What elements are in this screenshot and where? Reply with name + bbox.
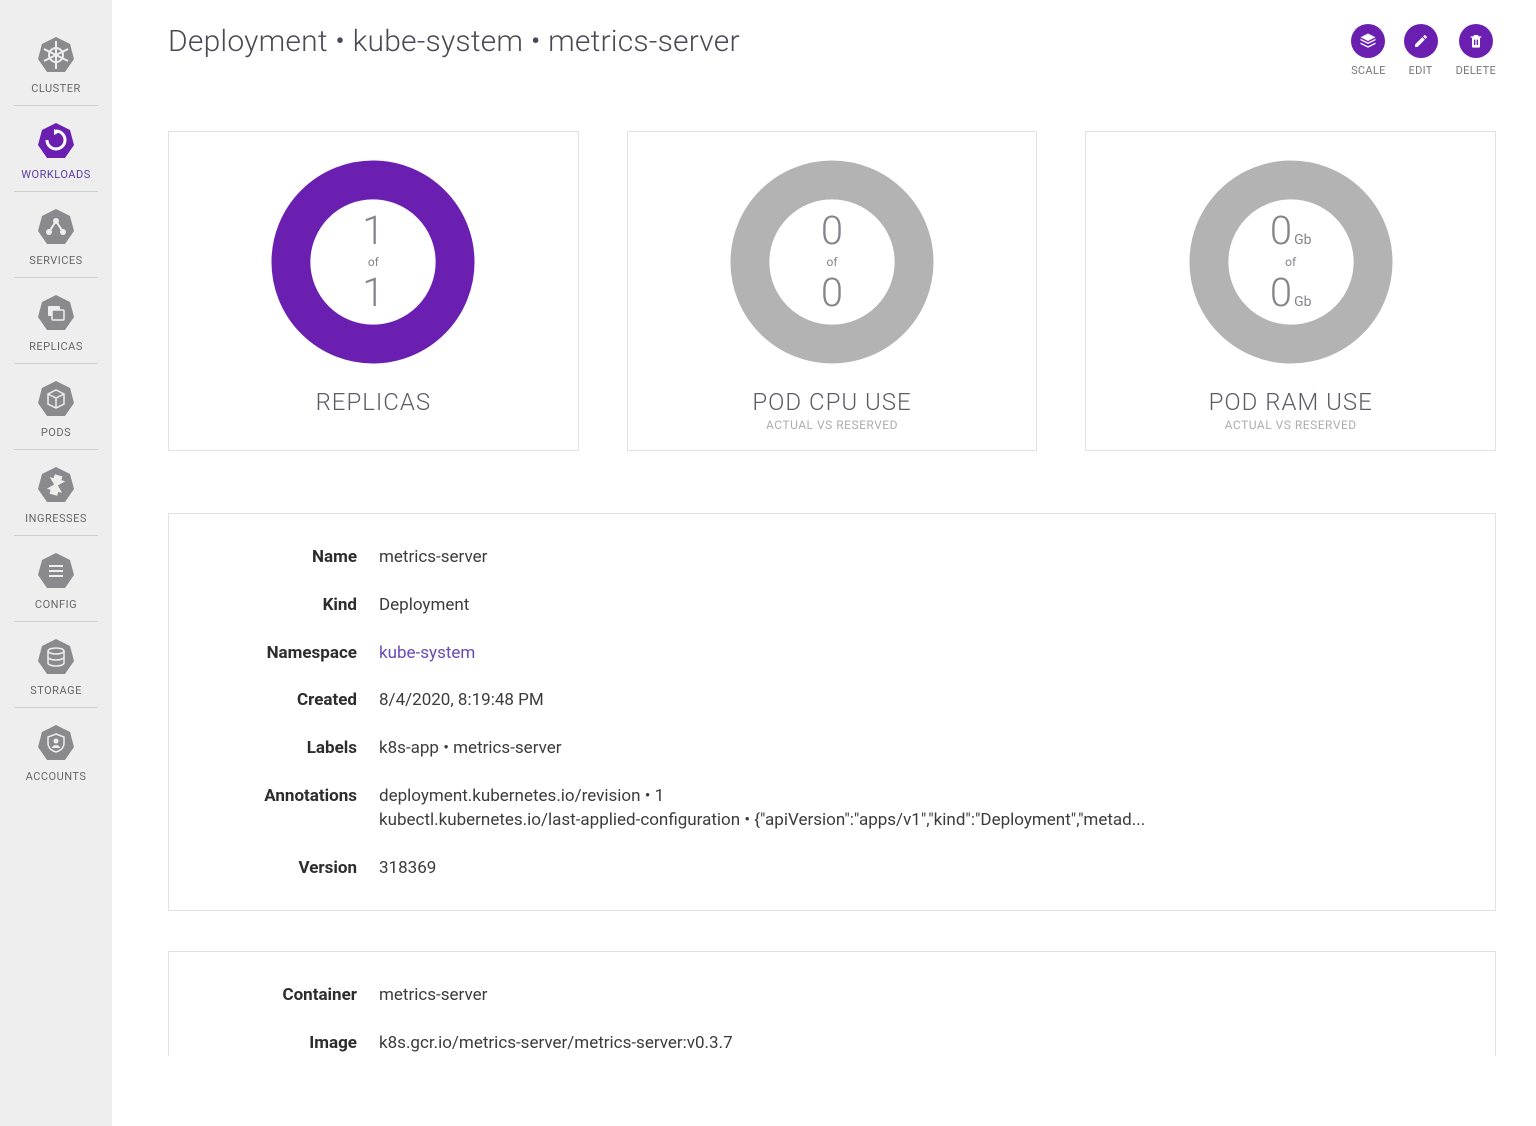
container-row-name: Container metrics-server xyxy=(201,984,1463,1008)
ram-bottom-unit: Gb xyxy=(1294,294,1311,310)
detail-label: Kind xyxy=(201,594,379,615)
pods-icon xyxy=(35,378,77,420)
card-title: POD CPU USE xyxy=(752,388,911,416)
detail-row-created: Created 8/4/2020, 8:19:48 PM xyxy=(201,689,1463,713)
cpu-card: 0 of 0 POD CPU USE ACTUAL VS RESERVED xyxy=(627,131,1038,451)
pencil-icon xyxy=(1404,24,1438,58)
annotation-line: kubectl.kubernetes.io/last-applied-confi… xyxy=(379,809,1463,833)
sidebar-item-config[interactable]: CONFIG xyxy=(0,536,112,621)
container-panel: Container metrics-server Image k8s.gcr.i… xyxy=(168,951,1496,1056)
replicas-bottom-value: 1 xyxy=(362,273,384,313)
card-subtitle: ACTUAL VS RESERVED xyxy=(1225,418,1357,432)
delete-button[interactable]: DELETE xyxy=(1456,24,1496,77)
detail-label: Annotations xyxy=(201,785,379,806)
trash-icon xyxy=(1459,24,1493,58)
detail-label: Namespace xyxy=(201,642,379,663)
detail-value: k8s-app • metrics-server xyxy=(379,737,1463,761)
page-header: Deployment • kube-system • metrics-serve… xyxy=(168,24,1496,77)
container-value: k8s.gcr.io/metrics-server/metrics-server… xyxy=(379,1032,1463,1056)
detail-row-kind: Kind Deployment xyxy=(201,594,1463,618)
sidebar-item-cluster[interactable]: CLUSTER xyxy=(0,20,112,105)
replicas-card: 1 of 1 REPLICAS xyxy=(168,131,579,451)
detail-label: Version xyxy=(201,857,379,878)
ram-card: 0Gb of 0Gb POD RAM USE ACTUAL VS RESERVE… xyxy=(1085,131,1496,451)
accounts-icon xyxy=(35,722,77,764)
container-label: Container xyxy=(201,984,379,1005)
ram-top-value: 0 xyxy=(1270,211,1292,251)
action-label: EDIT xyxy=(1409,64,1433,77)
action-label: DELETE xyxy=(1456,64,1496,77)
sidebar-item-pods[interactable]: PODS xyxy=(0,364,112,449)
of-label: of xyxy=(826,255,837,269)
replicas-top-value: 1 xyxy=(362,211,384,251)
services-icon xyxy=(35,206,77,248)
sidebar-item-label: REPLICAS xyxy=(29,340,83,353)
namespace-link[interactable]: kube-system xyxy=(379,642,1463,666)
sidebar-item-label: PODS xyxy=(41,426,71,439)
detail-label: Labels xyxy=(201,737,379,758)
replicas-icon xyxy=(35,292,77,334)
sidebar-item-label: WORKLOADS xyxy=(21,168,90,181)
sidebar: CLUSTER WORKLOADS SERVICES REPLICAS PODS… xyxy=(0,0,112,1126)
detail-value: 8/4/2020, 8:19:48 PM xyxy=(379,689,1463,713)
detail-row-name: Name metrics-server xyxy=(201,546,1463,570)
edit-button[interactable]: EDIT xyxy=(1404,24,1438,77)
ram-bottom-value: 0 xyxy=(1270,273,1292,313)
sidebar-item-label: CLUSTER xyxy=(31,82,81,95)
detail-label: Created xyxy=(201,689,379,710)
metric-cards: 1 of 1 REPLICAS 0 of 0 POD CPU USE ACTUA… xyxy=(168,131,1496,451)
sidebar-item-storage[interactable]: STORAGE xyxy=(0,622,112,707)
card-title: POD RAM USE xyxy=(1209,388,1373,416)
ram-top-unit: Gb xyxy=(1294,232,1311,248)
detail-row-version: Version 318369 xyxy=(201,857,1463,881)
detail-value: metrics-server xyxy=(379,546,1463,570)
sidebar-item-label: SERVICES xyxy=(29,254,82,267)
container-label: Image xyxy=(201,1032,379,1053)
of-label: of xyxy=(368,255,379,269)
container-value: metrics-server xyxy=(379,984,1463,1008)
card-subtitle: ACTUAL VS RESERVED xyxy=(766,418,898,432)
replicas-donut: 1 of 1 xyxy=(265,154,481,370)
layers-icon xyxy=(1351,24,1385,58)
sidebar-item-ingresses[interactable]: INGRESSES xyxy=(0,450,112,535)
ram-donut: 0Gb of 0Gb xyxy=(1183,154,1399,370)
config-icon xyxy=(35,550,77,592)
detail-label: Name xyxy=(201,546,379,567)
details-panel: Name metrics-server Kind Deployment Name… xyxy=(168,513,1496,911)
detail-value: 318369 xyxy=(379,857,1463,881)
main-content: Deployment • kube-system • metrics-serve… xyxy=(112,0,1536,1126)
detail-row-labels: Labels k8s-app • metrics-server xyxy=(201,737,1463,761)
of-label: of xyxy=(1285,255,1296,269)
helm-icon xyxy=(35,34,77,76)
action-label: SCALE xyxy=(1351,64,1386,77)
scale-button[interactable]: SCALE xyxy=(1351,24,1386,77)
ingress-icon xyxy=(35,464,77,506)
detail-row-annotations: Annotations deployment.kubernetes.io/rev… xyxy=(201,785,1463,833)
detail-row-namespace: Namespace kube-system xyxy=(201,642,1463,666)
breadcrumb: Deployment • kube-system • metrics-serve… xyxy=(168,24,740,59)
header-actions: SCALE EDIT DELETE xyxy=(1351,24,1496,77)
sidebar-item-label: INGRESSES xyxy=(25,512,87,525)
sidebar-item-label: CONFIG xyxy=(35,598,77,611)
deploy-icon xyxy=(35,120,77,162)
detail-value: Deployment xyxy=(379,594,1463,618)
sidebar-item-services[interactable]: SERVICES xyxy=(0,192,112,277)
container-row-image: Image k8s.gcr.io/metrics-server/metrics-… xyxy=(201,1032,1463,1056)
annotation-line: deployment.kubernetes.io/revision • 1 xyxy=(379,785,1463,809)
storage-icon xyxy=(35,636,77,678)
sidebar-item-label: ACCOUNTS xyxy=(26,770,87,783)
cpu-donut: 0 of 0 xyxy=(724,154,940,370)
sidebar-item-accounts[interactable]: ACCOUNTS xyxy=(0,708,112,793)
detail-value: deployment.kubernetes.io/revision • 1 ku… xyxy=(379,785,1463,833)
sidebar-item-replicas[interactable]: REPLICAS xyxy=(0,278,112,363)
cpu-top-value: 0 xyxy=(821,211,843,251)
sidebar-item-label: STORAGE xyxy=(30,684,82,697)
cpu-bottom-value: 0 xyxy=(821,273,843,313)
card-title: REPLICAS xyxy=(316,388,432,416)
sidebar-item-workloads[interactable]: WORKLOADS xyxy=(0,106,112,191)
